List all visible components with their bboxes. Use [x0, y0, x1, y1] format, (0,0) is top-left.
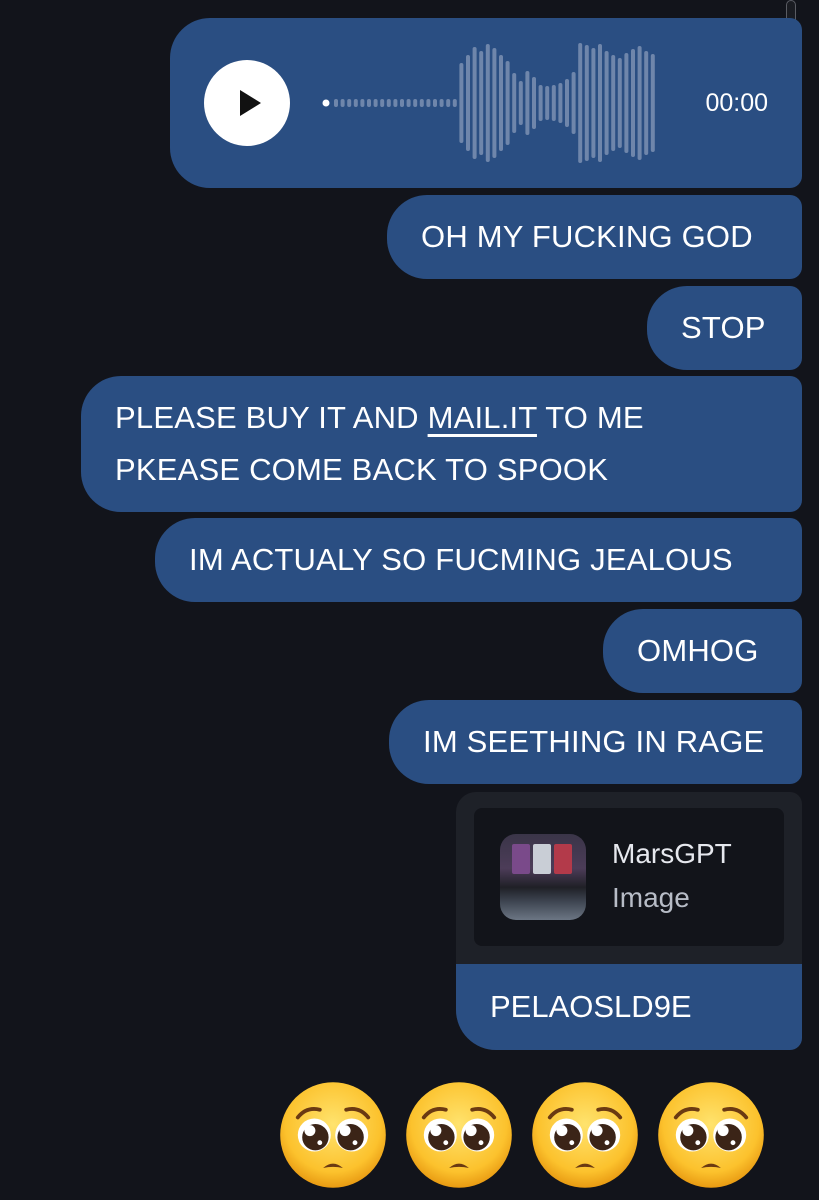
message-bubble: IM ACTUALY SO FUCMING JEALOUS [155, 518, 802, 602]
media-message-bubble: MarsGPT Image PELAOSLD9E [456, 792, 802, 1050]
message-link[interactable]: MAIL.IT [428, 400, 537, 435]
voice-message-bubble: 00:00 [170, 18, 802, 188]
message-text: OMHOG [637, 633, 759, 668]
message-bubble: OMHOG [603, 609, 802, 693]
message-text: PLEASE BUY IT AND [115, 400, 428, 435]
message-bubble: OH MY FUCKING GOD [387, 195, 802, 279]
voice-duration: 00:00 [705, 89, 768, 117]
message-line: PKEASE COME BACK TO SPOOK [115, 444, 608, 496]
message-text: STOP [681, 310, 766, 345]
pleading-face-emoji-icon [658, 1082, 764, 1188]
media-caption: PELAOSLD9E [456, 964, 802, 1050]
image-thumbnail[interactable] [500, 834, 586, 920]
pleading-face-emoji-icon [280, 1082, 386, 1188]
message-text: PELAOSLD9E [490, 989, 692, 1024]
message-bubble: IM SEETHING IN RAGE [389, 700, 802, 784]
media-type: Image [612, 882, 690, 913]
message-text: IM SEETHING IN RAGE [423, 724, 765, 759]
message-bubble: STOP [647, 286, 802, 370]
media-attachment-card[interactable]: MarsGPT Image [474, 808, 784, 946]
message-bubble: PLEASE BUY IT AND MAIL.IT TO ME PKEASE C… [81, 376, 802, 512]
message-text: OH MY FUCKING GOD [421, 219, 753, 254]
media-title: MarsGPT [612, 838, 732, 869]
emoji-message [278, 1080, 766, 1190]
pleading-face-emoji-icon [406, 1082, 512, 1188]
pleading-face-emoji-icon [532, 1082, 638, 1188]
message-line: PLEASE BUY IT AND MAIL.IT TO ME [115, 392, 644, 444]
message-text: IM ACTUALY SO FUCMING JEALOUS [189, 542, 733, 577]
message-text: PKEASE COME BACK TO SPOOK [115, 452, 609, 487]
message-text: TO ME [536, 400, 644, 435]
